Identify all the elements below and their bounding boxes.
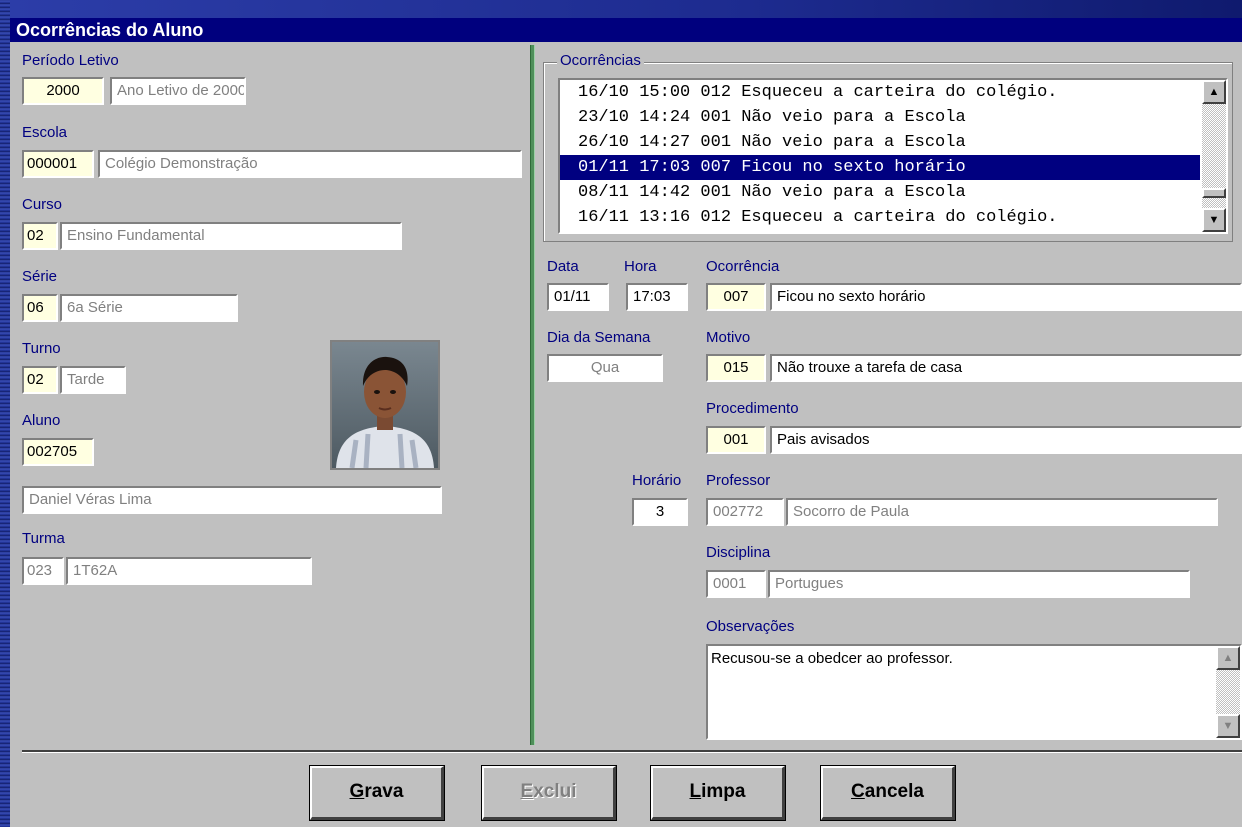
grava-button[interactable]: Grava xyxy=(309,765,445,821)
exclui-accel: E xyxy=(520,781,534,802)
limpa-button[interactable]: Limpa xyxy=(650,765,786,821)
observacoes-textarea[interactable]: Recusou-se a obedcer ao professor. ▲ ▼ xyxy=(706,644,1242,740)
disciplina-code-field[interactable]: 0001 xyxy=(706,570,766,598)
data-label: Data xyxy=(547,258,579,275)
turma-label: Turma xyxy=(22,530,65,547)
aluno-name-field[interactable]: Daniel Véras Lima xyxy=(22,486,442,514)
turma-code-field[interactable]: 023 xyxy=(22,557,64,585)
memo-scroll-down-button[interactable]: ▼ xyxy=(1216,714,1240,738)
professor-code-field[interactable]: 002772 xyxy=(706,498,784,526)
occurrence-row[interactable]: 08/11 14:42 001 Não veio para a Escola xyxy=(560,180,1200,205)
dia-semana-field[interactable]: Qua xyxy=(547,354,663,382)
window-title: Ocorrências do Aluno xyxy=(10,18,1242,42)
window-top-strip xyxy=(10,0,1242,18)
grava-rest: rava xyxy=(364,781,404,802)
ocorrencia-label: Ocorrência xyxy=(706,258,780,275)
periodo-code-field[interactable]: 2000 xyxy=(22,77,104,105)
periodo-desc-field[interactable]: Ano Letivo de 2000 xyxy=(110,77,246,105)
list-scrollbar[interactable]: ▲ ▼ xyxy=(1202,80,1226,232)
limpa-rest: impa xyxy=(701,781,746,802)
turno-code-field[interactable]: 02 xyxy=(22,366,58,394)
aluno-label: Aluno xyxy=(22,412,61,429)
periodo-label: Período Letivo xyxy=(22,52,119,69)
exclui-button[interactable]: Exclui xyxy=(481,765,617,821)
data-field[interactable]: 01/11 xyxy=(547,283,609,311)
desktop-edge xyxy=(0,0,10,827)
occurrences-caption: Ocorrências xyxy=(557,52,644,69)
serie-label: Série xyxy=(22,268,58,285)
turma-desc-field[interactable]: 1T62A xyxy=(66,557,312,585)
occurrence-row[interactable]: 26/10 14:27 001 Não veio para a Escola xyxy=(560,130,1200,155)
hora-label: Hora xyxy=(624,258,657,275)
memo-scroll-up-button[interactable]: ▲ xyxy=(1216,646,1240,670)
scroll-down-button[interactable]: ▼ xyxy=(1202,208,1226,232)
procedimento-desc-field[interactable]: Pais avisados xyxy=(770,426,1242,454)
ocorrencia-code-field[interactable]: 007 xyxy=(706,283,766,311)
procedimento-label: Procedimento xyxy=(706,400,799,417)
curso-label: Curso xyxy=(22,196,63,213)
motivo-code-field[interactable]: 015 xyxy=(706,354,766,382)
escola-desc-field[interactable]: Colégio Demonstração xyxy=(98,150,522,178)
professor-label: Professor xyxy=(706,472,771,489)
occurrences-list[interactable]: 16/10 15:00 012 Esqueceu a carteira do c… xyxy=(558,78,1228,234)
serie-desc-field[interactable]: 6a Série xyxy=(60,294,238,322)
grava-accel: G xyxy=(349,781,365,802)
occurrence-row[interactable]: 16/10 15:00 012 Esqueceu a carteira do c… xyxy=(560,80,1200,105)
cancela-button[interactable]: Cancela xyxy=(820,765,956,821)
scroll-up-button[interactable]: ▲ xyxy=(1202,80,1226,104)
disciplina-label: Disciplina xyxy=(706,544,771,561)
occurrence-row[interactable]: 01/11 17:03 007 Ficou no sexto horário xyxy=(560,155,1200,180)
motivo-desc-field[interactable]: Não trouxe a tarefa de casa xyxy=(770,354,1242,382)
occurrence-row[interactable]: 23/10 14:24 001 Não veio para a Escola xyxy=(560,105,1200,130)
memo-scrollbar[interactable]: ▲ ▼ xyxy=(1216,646,1240,738)
curso-desc-field[interactable]: Ensino Fundamental xyxy=(60,222,402,250)
vertical-divider xyxy=(530,45,535,745)
horario-field[interactable]: 3 xyxy=(632,498,688,526)
motivo-label: Motivo xyxy=(706,329,751,346)
hora-field[interactable]: 17:03 xyxy=(626,283,688,311)
turno-desc-field[interactable]: Tarde xyxy=(60,366,126,394)
cancela-accel: C xyxy=(851,781,865,802)
escola-label: Escola xyxy=(22,124,68,141)
scroll-thumb[interactable] xyxy=(1202,188,1226,198)
aluno-code-field[interactable]: 002705 xyxy=(22,438,94,466)
curso-code-field[interactable]: 02 xyxy=(22,222,58,250)
exclui-rest: xclui xyxy=(533,781,577,802)
horizontal-divider xyxy=(22,750,1242,753)
occurrence-row[interactable]: 16/11 13:16 012 Esqueceu a carteira do c… xyxy=(560,205,1200,230)
turno-label: Turno xyxy=(22,340,61,357)
limpa-accel: L xyxy=(689,781,702,802)
escola-code-field[interactable]: 000001 xyxy=(22,150,94,178)
observacoes-text: Recusou-se a obedcer ao professor. xyxy=(711,650,953,667)
disciplina-desc-field[interactable]: Portugues xyxy=(768,570,1190,598)
observacoes-label: Observações xyxy=(706,618,795,635)
horario-label: Horário xyxy=(632,472,682,489)
procedimento-code-field[interactable]: 001 xyxy=(706,426,766,454)
cancela-rest: ancela xyxy=(864,781,924,802)
dia-semana-label: Dia da Semana xyxy=(547,329,651,346)
serie-code-field[interactable]: 06 xyxy=(22,294,58,322)
professor-name-field[interactable]: Socorro de Paula xyxy=(786,498,1218,526)
ocorrencia-desc-field[interactable]: Ficou no sexto horário xyxy=(770,283,1242,311)
student-photo xyxy=(330,340,440,470)
